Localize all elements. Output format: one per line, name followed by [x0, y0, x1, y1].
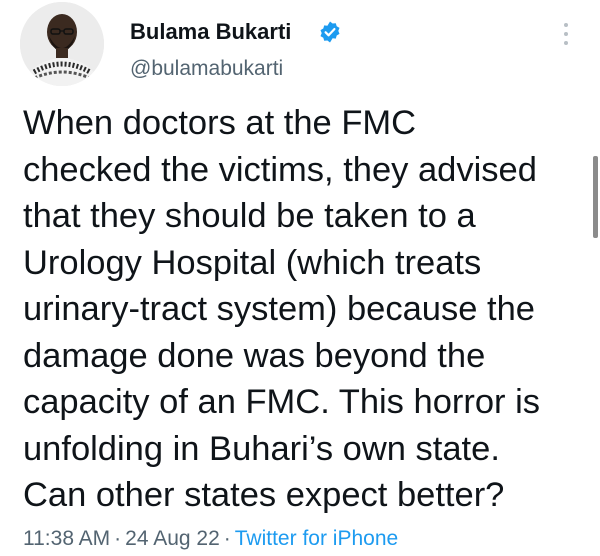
avatar-image — [20, 2, 104, 86]
avatar[interactable] — [20, 2, 104, 86]
author-name[interactable]: Bulama Bukarti — [130, 19, 291, 45]
tweet-date[interactable]: 24 Aug 22 — [125, 527, 220, 550]
meta-separator: · — [223, 527, 231, 550]
scrollbar[interactable] — [593, 156, 598, 238]
tweet-text-line: urinary-tract system) because the — [23, 290, 535, 328]
meta-separator: · — [114, 527, 122, 550]
tweet-time[interactable]: 11:38 AM — [23, 527, 110, 550]
tweet-text-line: When doctors at the FMC — [23, 104, 417, 142]
tweet-text-line: capacity of an FMC. This horror is — [23, 383, 541, 421]
verified-badge-icon — [320, 21, 340, 43]
more-options-icon[interactable] — [556, 20, 576, 50]
tweet-source-link[interactable]: Twitter for iPhone — [235, 527, 398, 550]
tweet-text-line: checked the victims, they advised — [23, 150, 537, 189]
tweet-text-line: Urology Hospital (which treats — [23, 243, 482, 282]
tweet-text: When doctors at the FMC checked the vict… — [23, 100, 583, 519]
tweet-text-line: Can other states expect better? — [23, 476, 505, 514]
author-handle[interactable]: @bulamabukarti — [130, 57, 283, 81]
tweet-text-line: damage done was beyond the — [23, 336, 486, 375]
tweet-meta: 11:38 AM · 24 Aug 22 · Twitter for iPhone — [23, 527, 398, 551]
tweet-text-line: that they should be taken to a — [23, 197, 476, 235]
tweet-card: Bulama Bukarti @bulamabukarti When docto… — [0, 0, 600, 556]
tweet-text-line: unfolding in Buhari’s own state. — [23, 429, 500, 468]
